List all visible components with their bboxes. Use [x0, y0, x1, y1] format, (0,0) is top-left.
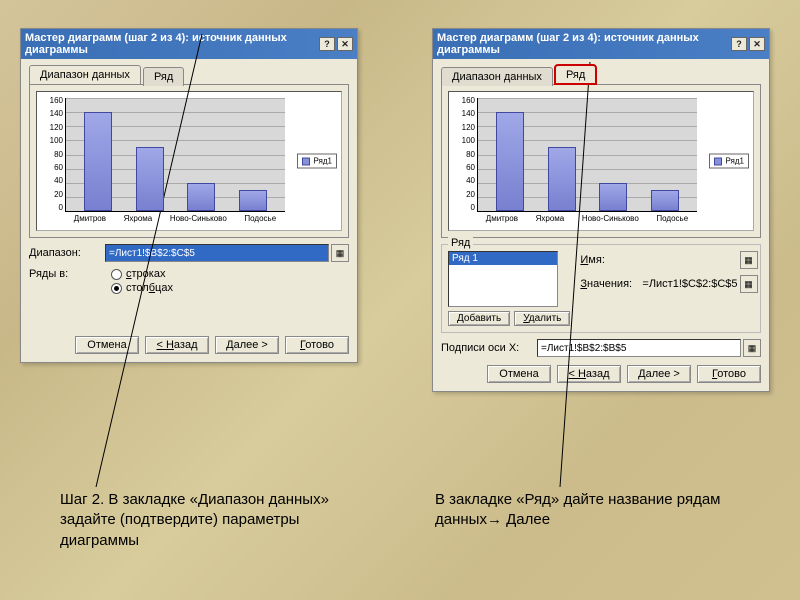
series-group-label: Ряд — [448, 237, 473, 249]
close-button[interactable]: ✕ — [337, 37, 353, 51]
tab-series[interactable]: Ряд — [143, 67, 184, 86]
caption-right: В закладке «Ряд» дайте название рядам да… — [435, 490, 735, 531]
tab-data-range[interactable]: Диапазон данных — [441, 67, 553, 86]
add-series-button[interactable]: Добавить — [448, 311, 510, 326]
window-title: Мастер диаграмм (шаг 2 из 4): источник д… — [437, 32, 731, 56]
range-ref-button[interactable]: ▦ — [331, 244, 349, 262]
legend-swatch — [714, 157, 722, 165]
titlebar[interactable]: Мастер диаграмм (шаг 2 из 4): источник д… — [21, 29, 357, 59]
x-axis-labels: Дмитров Яхрома Ново-Синьково Подосье — [65, 214, 285, 228]
radio-rows[interactable] — [111, 269, 122, 280]
values-input[interactable]: =Лист1!$C$2:$C$5 — [642, 278, 737, 290]
plot-area — [65, 98, 285, 212]
titlebar[interactable]: Мастер диаграмм (шаг 2 из 4): источник д… — [433, 29, 769, 59]
cancel-button[interactable]: Отмена — [75, 336, 139, 354]
chart-preview: 160140120100806040200 Дмитров Яхрома Нов… — [448, 91, 754, 231]
window-title: Мастер диаграмм (шаг 2 из 4): источник д… — [25, 32, 319, 56]
tab-series[interactable]: Ряд — [555, 65, 596, 84]
bar-4 — [239, 190, 267, 211]
panel-series: 160140120100806040200 Дмитров Яхрома Нов… — [441, 84, 761, 238]
name-ref-button[interactable]: ▦ — [740, 251, 758, 269]
help-button[interactable]: ? — [319, 37, 335, 51]
bar-2 — [136, 147, 164, 211]
bar-1 — [496, 112, 524, 211]
dialog-buttons: Отмена < Назад Далее > Готово — [441, 365, 761, 383]
back-button[interactable]: < Назад — [557, 365, 621, 383]
finish-button[interactable]: Готово — [285, 336, 349, 354]
y-axis: 160140120100806040200 — [39, 96, 63, 212]
bar-2 — [548, 147, 576, 211]
values-ref-button[interactable]: ▦ — [740, 275, 758, 293]
dialog-buttons: Отмена < Назад Далее > Готово — [29, 336, 349, 354]
chart-wizard-dialog-left: Мастер диаграмм (шаг 2 из 4): источник д… — [20, 28, 358, 363]
bar-4 — [651, 190, 679, 211]
close-button[interactable]: ✕ — [749, 37, 765, 51]
rows-in-label: Ряды в: — [29, 268, 105, 280]
next-button[interactable]: Далее > — [627, 365, 691, 383]
plot-area — [477, 98, 697, 212]
cancel-button[interactable]: Отмена — [487, 365, 551, 383]
values-label: Значения: — [580, 278, 642, 290]
legend: Ряд1 — [297, 154, 337, 169]
chart-preview: 160140120100806040200 Дмитров Яхрома Нов… — [36, 91, 342, 231]
radio-rows-label: строках — [126, 268, 165, 280]
legend: Ряд1 — [709, 154, 749, 169]
bar-1 — [84, 112, 112, 211]
name-label: Имя: — [580, 254, 642, 266]
y-axis: 160140120100806040200 — [451, 96, 475, 212]
radio-columns-label: столбцах — [126, 282, 173, 294]
bar-3 — [599, 183, 627, 211]
legend-swatch — [302, 157, 310, 165]
help-button[interactable]: ? — [731, 37, 747, 51]
delete-series-button[interactable]: Удалить — [514, 311, 570, 326]
next-button[interactable]: Далее > — [215, 336, 279, 354]
x-axis-labels: Дмитров Яхрома Ново-Синьково Подосье — [477, 214, 697, 228]
tab-data-range[interactable]: Диапазон данных — [29, 65, 141, 84]
xlabels-ref-button[interactable]: ▦ — [743, 339, 761, 357]
panel-data-range: 160140120100806040200 Дмитров Яхрома Нов… — [29, 84, 349, 238]
series-listbox[interactable]: Ряд 1 — [448, 251, 558, 307]
range-label: Диапазон: — [29, 247, 105, 259]
radio-columns[interactable] — [111, 283, 122, 294]
finish-button[interactable]: Готово — [697, 365, 761, 383]
range-input[interactable]: =Лист1!$B$2:$C$5 — [105, 244, 329, 262]
back-button[interactable]: < Назад — [145, 336, 209, 354]
xlabels-label: Подписи оси X: — [441, 342, 537, 354]
chart-wizard-dialog-right: Мастер диаграмм (шаг 2 из 4): источник д… — [432, 28, 770, 392]
series-groupbox: Ряд Ряд 1 Добавить Удалить Имя: ▦ Значен — [441, 244, 761, 333]
bar-3 — [187, 183, 215, 211]
caption-left: Шаг 2. В закладке «Диапазон данных» зада… — [60, 490, 380, 551]
xlabels-input[interactable]: =Лист1!$B$2:$B$5 — [537, 339, 741, 357]
series-item[interactable]: Ряд 1 — [449, 252, 557, 265]
